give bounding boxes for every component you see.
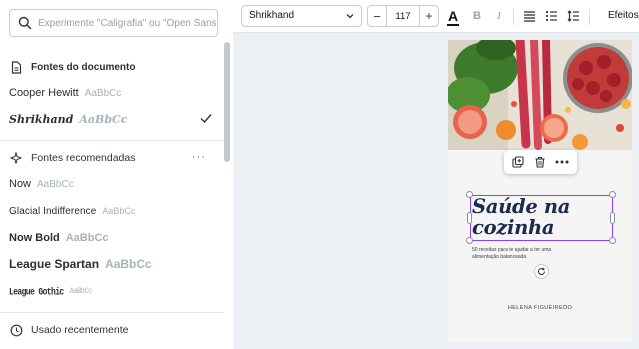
resize-handle-top-right[interactable] xyxy=(609,191,616,198)
font-item-cooper-hewitt[interactable]: Cooper Hewitt AaBbCc xyxy=(9,83,219,103)
align-icon xyxy=(523,11,535,22)
resize-handle-right[interactable] xyxy=(610,212,615,224)
font-search-input[interactable] xyxy=(38,14,216,33)
rotate-button[interactable] xyxy=(534,264,549,279)
font-sample: AaBbCc xyxy=(69,287,93,297)
font-item-glacial-indifference[interactable]: Glacial Indifference AaBbCc xyxy=(9,201,219,221)
sparkle-icon xyxy=(9,151,23,165)
font-size-stepper: − 117 + xyxy=(367,5,439,27)
font-name: League Gothic xyxy=(9,286,64,298)
text-color-button[interactable]: A xyxy=(445,6,461,26)
checkmark-icon xyxy=(200,114,212,124)
design-title[interactable]: Saúde na cozinha xyxy=(472,196,570,238)
trash-icon xyxy=(535,157,545,168)
recommended-fonts-label: Fontes recomendadas xyxy=(31,152,136,164)
font-sample: AaBbCc xyxy=(37,178,74,190)
food-photo[interactable] xyxy=(448,40,632,150)
font-name: Cooper Hewitt xyxy=(9,87,79,99)
font-name: Now Bold xyxy=(9,232,60,244)
font-item-now-bold[interactable]: Now Bold AaBbCc xyxy=(9,228,219,248)
font-panel: Fontes do documento Cooper Hewitt AaBbCc… xyxy=(0,0,233,349)
font-item-shrikhand[interactable]: Shrikhand AaBbCc xyxy=(9,109,219,129)
panel-scrollbar[interactable] xyxy=(224,42,230,162)
more-options-button[interactable]: ··· xyxy=(192,151,206,163)
more-dots-icon xyxy=(555,160,569,164)
font-search-box[interactable] xyxy=(9,9,218,37)
recently-used-label: Usado recentemente xyxy=(31,324,129,336)
bold-button[interactable]: B xyxy=(471,6,483,26)
text-color-swatch xyxy=(447,24,459,26)
delete-button[interactable] xyxy=(532,154,548,170)
spacing-button[interactable] xyxy=(565,6,581,26)
text-toolbar: Shrikhand − 117 + A B I Efeitos xyxy=(233,0,639,33)
font-sample: AaBbCc xyxy=(84,87,122,99)
list-icon xyxy=(545,10,557,22)
font-family-dropdown[interactable]: Shrikhand xyxy=(241,5,362,27)
spacing-icon xyxy=(567,10,579,22)
font-sample: AaBbCc xyxy=(79,112,128,126)
title-line-1: Saúde na xyxy=(472,195,571,218)
effects-button[interactable]: Efeitos xyxy=(608,10,639,21)
toolbar-divider xyxy=(513,9,514,25)
duplicate-icon xyxy=(512,156,524,168)
font-name: League Spartan xyxy=(9,257,100,271)
font-item-league-gothic[interactable]: League Gothic AaBbCc xyxy=(9,282,219,302)
title-line-2: cozinha xyxy=(472,216,555,239)
font-name: Glacial Indifference xyxy=(9,205,97,217)
divider xyxy=(0,140,224,141)
toolbar-divider xyxy=(589,9,590,25)
design-subtitle[interactable]: 50 receitas para te ajudar a ter uma ali… xyxy=(472,247,572,260)
duplicate-button[interactable] xyxy=(510,154,526,170)
recently-used-heading[interactable]: Usado recentemente xyxy=(9,322,128,338)
font-name: Shrikhand xyxy=(9,112,74,126)
italic-button[interactable]: I xyxy=(493,6,505,26)
align-button[interactable] xyxy=(521,6,537,26)
list-button[interactable] xyxy=(543,6,559,26)
font-sample: AaBbCc xyxy=(102,206,136,216)
author-name[interactable]: HELENA FIGUEIREDO xyxy=(448,305,632,311)
decrease-size-button[interactable]: − xyxy=(368,6,387,26)
font-sample: AaBbCc xyxy=(65,232,109,244)
design-page[interactable]: HELENA FIGUEIREDO xyxy=(448,40,632,342)
more-actions-button[interactable] xyxy=(554,154,570,170)
document-icon xyxy=(9,60,23,74)
rotate-icon xyxy=(538,267,546,275)
increase-size-button[interactable]: + xyxy=(419,6,438,26)
chevron-down-icon xyxy=(346,14,354,19)
font-family-value: Shrikhand xyxy=(249,10,295,21)
font-item-now[interactable]: Now AaBbCc xyxy=(9,174,219,194)
clock-icon xyxy=(9,323,23,337)
resize-handle-bottom-right[interactable] xyxy=(609,237,616,244)
document-fonts-label: Fontes do documento xyxy=(31,61,136,73)
font-item-league-spartan[interactable]: League Spartan AaBbCc xyxy=(9,254,219,274)
element-actions-bar xyxy=(504,150,577,174)
document-fonts-heading: Fontes do documento xyxy=(9,59,135,75)
font-sample: AaBbCc xyxy=(105,257,152,271)
font-name: Now xyxy=(9,178,32,190)
recommended-fonts-heading: Fontes recomendadas xyxy=(9,150,135,166)
text-color-icon: A xyxy=(447,8,459,24)
font-size-value[interactable]: 117 xyxy=(387,6,419,26)
search-icon xyxy=(18,16,32,30)
divider xyxy=(0,312,224,313)
